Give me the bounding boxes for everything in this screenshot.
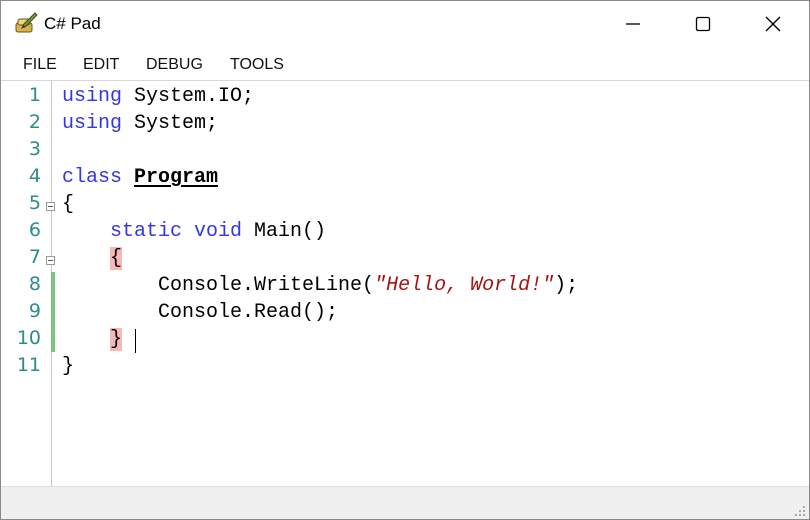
line-number: 4 (28, 165, 41, 187)
code-editor[interactable]: 1 2 3 4 5 6 7 8 9 10 11 using System.IO;… (1, 81, 809, 486)
code-line-11: } (62, 355, 75, 378)
menu-tools[interactable]: TOOLS (230, 56, 284, 74)
code-line-2: using System; (62, 112, 218, 135)
line-number: 1 (28, 84, 41, 106)
menu-edit[interactable]: EDIT (83, 56, 119, 74)
matched-brace: { (110, 247, 123, 270)
line-number: 9 (28, 300, 41, 322)
maximize-button[interactable] (668, 1, 738, 47)
keyword: using (62, 112, 123, 135)
app-window: C# Pad FILE EDIT DEBUG TOOLS 1 2 3 4 5 6… (0, 0, 810, 520)
title-bar[interactable]: C# Pad (1, 1, 809, 47)
close-icon (765, 16, 781, 32)
app-icon (13, 11, 39, 35)
status-bar (1, 486, 809, 519)
code-line-7: { (62, 247, 123, 270)
menu-debug[interactable]: DEBUG (146, 56, 203, 74)
modified-lines-bar (51, 272, 55, 352)
window-title: C# Pad (44, 14, 101, 33)
matched-brace: } (110, 328, 123, 351)
resize-grip-icon[interactable] (794, 505, 806, 517)
line-number: 6 (28, 219, 41, 241)
line-number: 8 (28, 273, 41, 295)
close-button[interactable] (738, 1, 808, 47)
code-line-9: Console.Read(); (62, 301, 338, 324)
class-name: Program (134, 166, 219, 189)
code-text: Console.Read(); (158, 301, 339, 324)
text-caret (135, 329, 136, 353)
fold-toggle[interactable] (46, 202, 55, 211)
minimize-button[interactable] (598, 1, 668, 47)
code-line-1: using System.IO; (62, 85, 254, 108)
line-number: 3 (28, 138, 41, 160)
keyword: using (62, 85, 123, 108)
line-number: 2 (28, 111, 41, 133)
code-line-6: static void Main() (62, 220, 326, 243)
line-number: 10 (16, 327, 41, 349)
code-text: Console.WriteLine( (158, 274, 375, 297)
keyword: class (62, 166, 123, 189)
code-line-5: { (62, 193, 75, 216)
code-line-4: class Program (62, 166, 218, 189)
line-number: 7 (28, 246, 41, 268)
line-number: 11 (16, 354, 41, 376)
minimize-icon (626, 23, 640, 25)
code-line-10: } (62, 328, 123, 351)
fold-toggle[interactable] (46, 256, 55, 265)
menu-file[interactable]: FILE (23, 56, 57, 74)
keyword: static void (110, 220, 243, 243)
code-line-8: Console.WriteLine("Hello, World!"); (62, 274, 578, 297)
line-number: 5 (28, 192, 41, 214)
code-text: System; (122, 112, 219, 135)
menu-bar: FILE EDIT DEBUG TOOLS (1, 47, 809, 81)
code-text: System.IO; (122, 85, 255, 108)
maximize-icon (695, 16, 711, 32)
code-text: ); (554, 274, 579, 297)
string-literal: "Hello, World!" (374, 274, 555, 297)
code-text: Main() (242, 220, 327, 243)
